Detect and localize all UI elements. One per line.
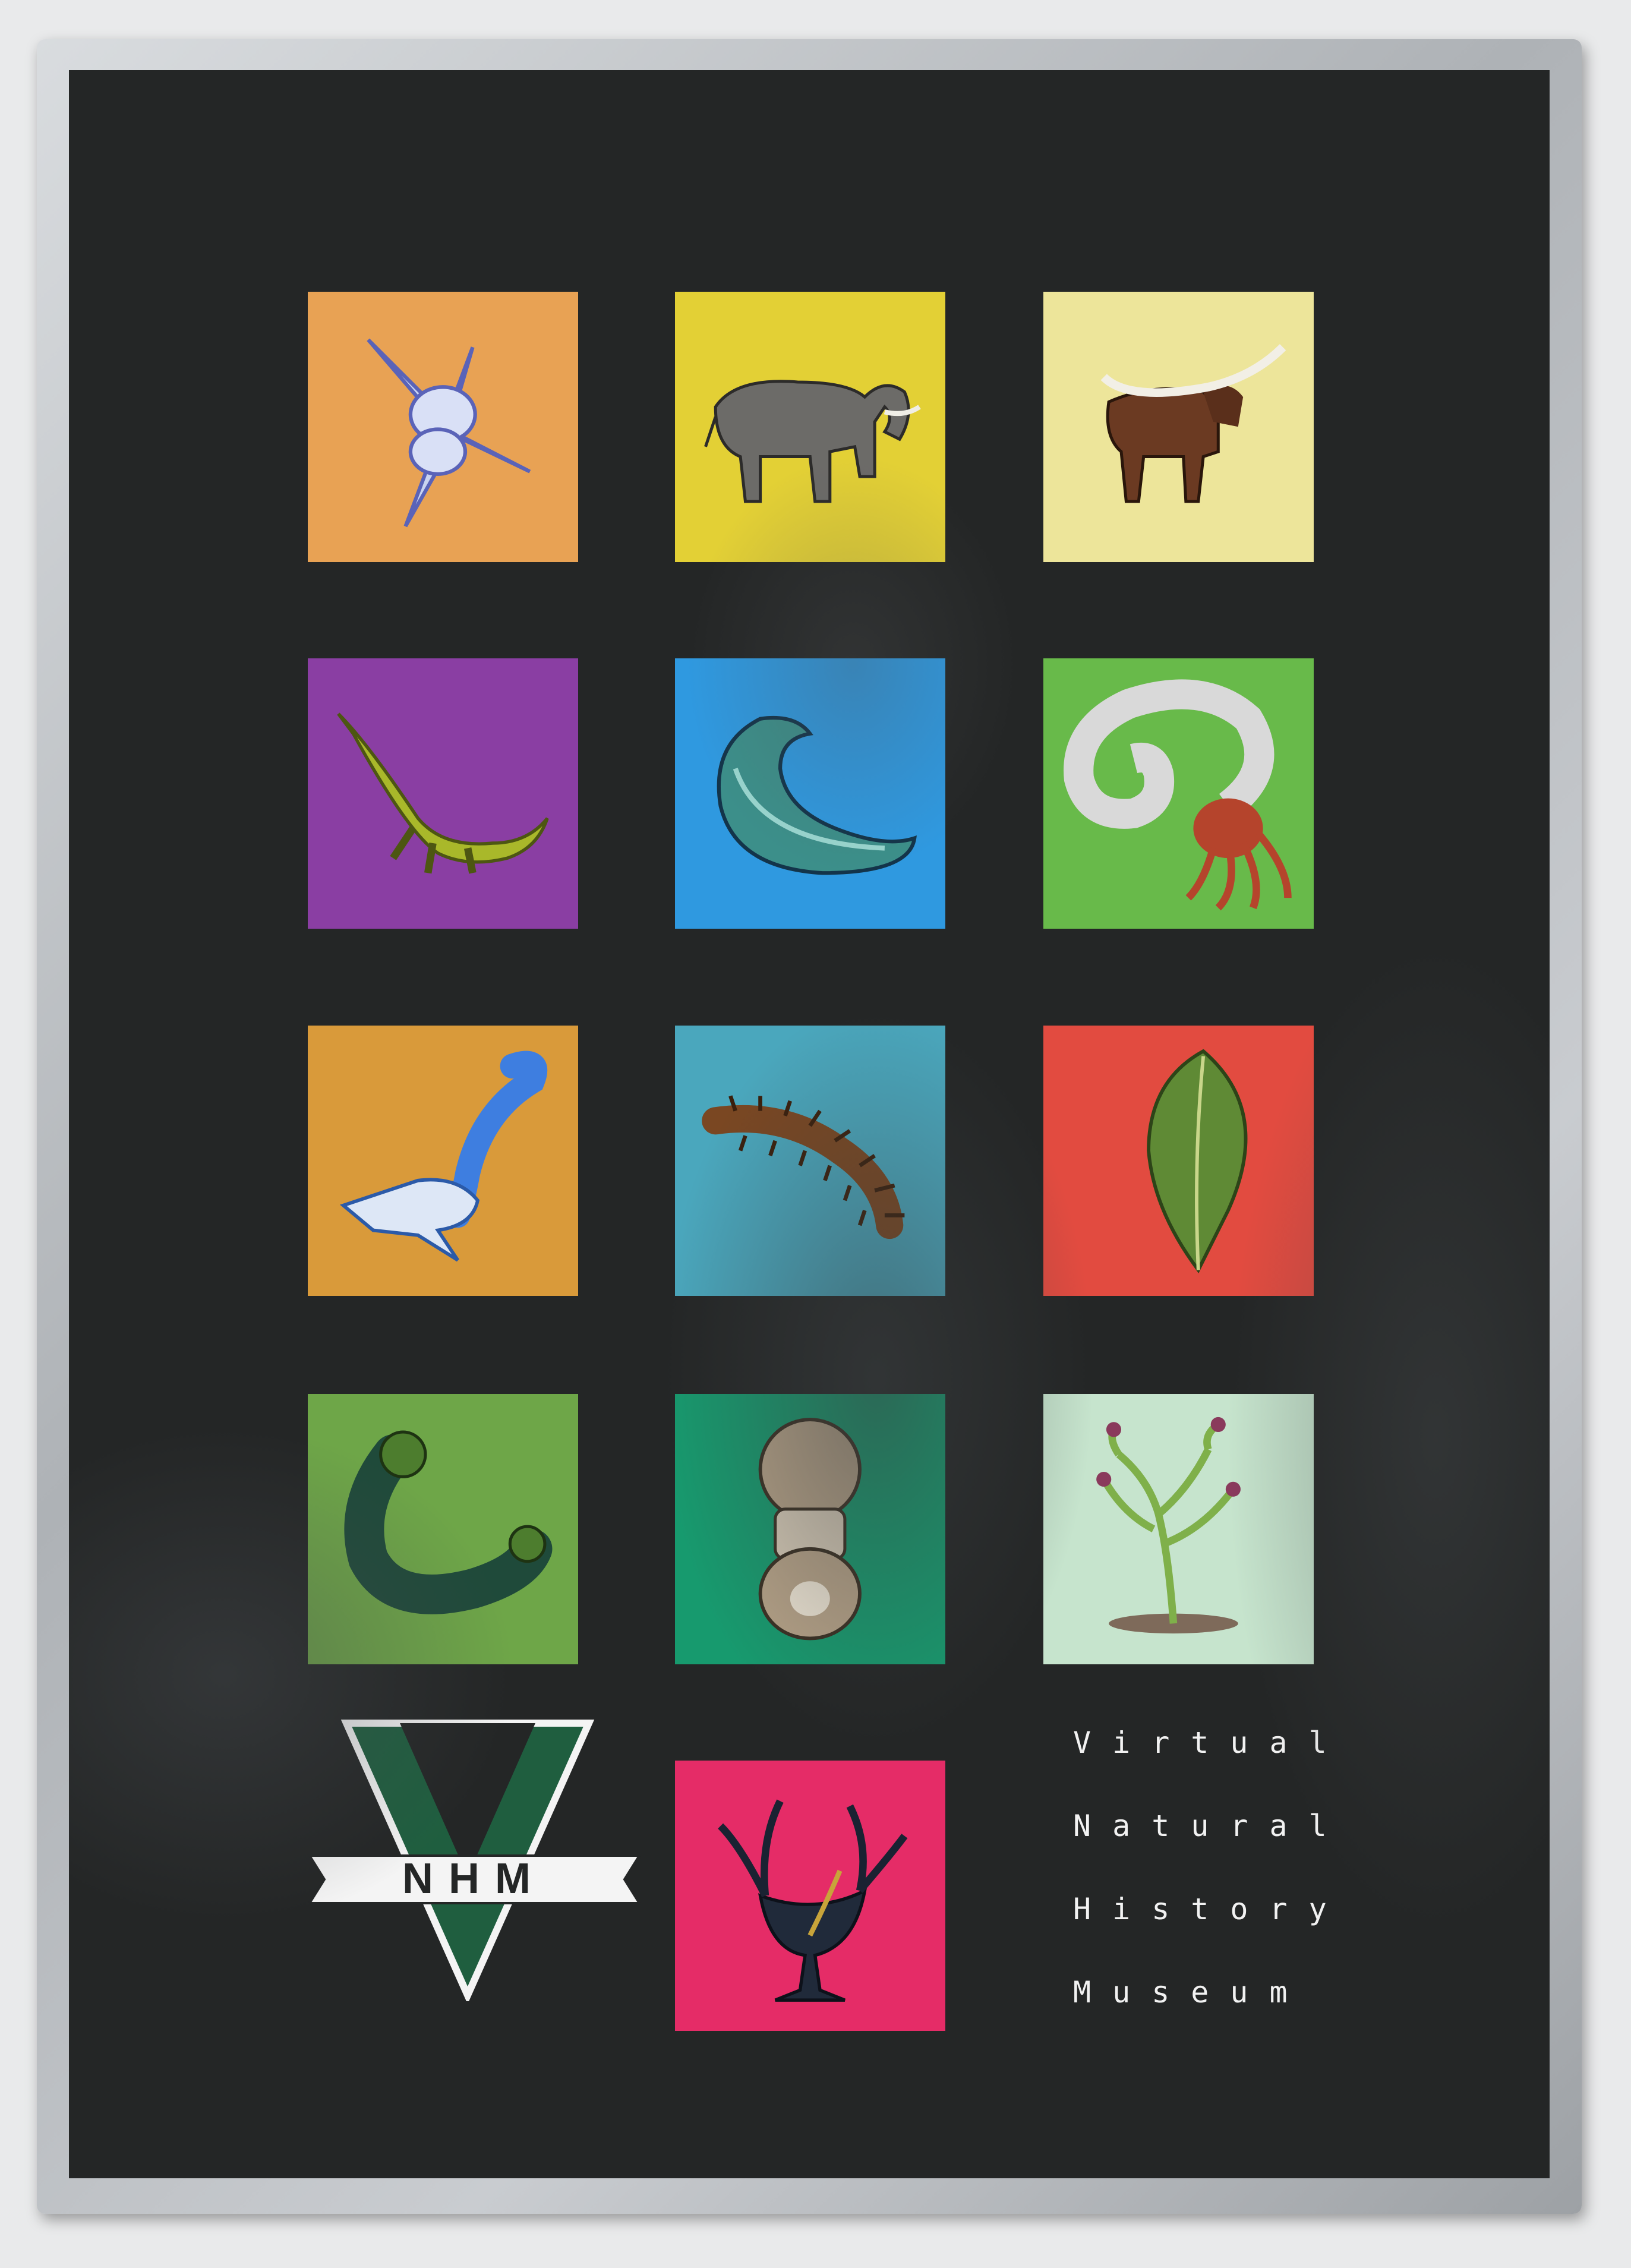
- tile-millipede: [675, 1026, 945, 1296]
- tile-early-plant: [1043, 1394, 1314, 1664]
- tile-trilobite: [675, 1394, 945, 1664]
- trilobite-icon: [758, 1418, 862, 1641]
- poster: NHM Virtual Natural History Museum: [69, 70, 1550, 2178]
- chalice-organism-icon: [718, 1799, 908, 2002]
- tile-plesiosaur: [308, 658, 578, 929]
- ammonite-icon: [717, 716, 917, 875]
- tile-sponge: [308, 292, 578, 562]
- poster-frame: NHM Virtual Natural History Museum: [37, 39, 1582, 2214]
- worm-creature-icon: [340, 1051, 548, 1262]
- buffalo-icon: [1100, 344, 1286, 503]
- title-line-museum: Museum: [1073, 1975, 1309, 2010]
- leaf-fossil-icon: [1147, 1049, 1248, 1274]
- tile-velvet-worm: [308, 1394, 578, 1664]
- title-line-virtual: Virtual: [1073, 1726, 1348, 1760]
- title-line-history: History: [1073, 1892, 1348, 1926]
- title-line-natural: Natural: [1073, 1809, 1348, 1843]
- plesiosaur-icon: [337, 712, 549, 874]
- poster-title: Virtual Natural History Museum: [1073, 1701, 1348, 2034]
- tile-leaf: [1043, 1026, 1314, 1296]
- millipede-icon: [702, 1095, 905, 1239]
- tile-buffalo: [1043, 292, 1314, 562]
- sponge-spicule-icon: [367, 338, 531, 528]
- velvet-worm-icon: [344, 1430, 553, 1614]
- tile-ammonite: [675, 658, 945, 929]
- tile-elephant: [675, 292, 945, 562]
- nhm-logo: NHM: [304, 1716, 645, 2004]
- tile-nautiloid: [1043, 658, 1314, 929]
- tile-chalice: [675, 1761, 945, 2031]
- elephant-icon: [704, 380, 922, 503]
- v-logo-mark: NHM: [307, 1720, 642, 2004]
- logo-banner-text: NHM: [402, 1855, 546, 1903]
- nautiloid-icon: [1064, 679, 1292, 911]
- early-plant-icon: [1096, 1417, 1241, 1634]
- tile-worm-creature: [308, 1026, 578, 1296]
